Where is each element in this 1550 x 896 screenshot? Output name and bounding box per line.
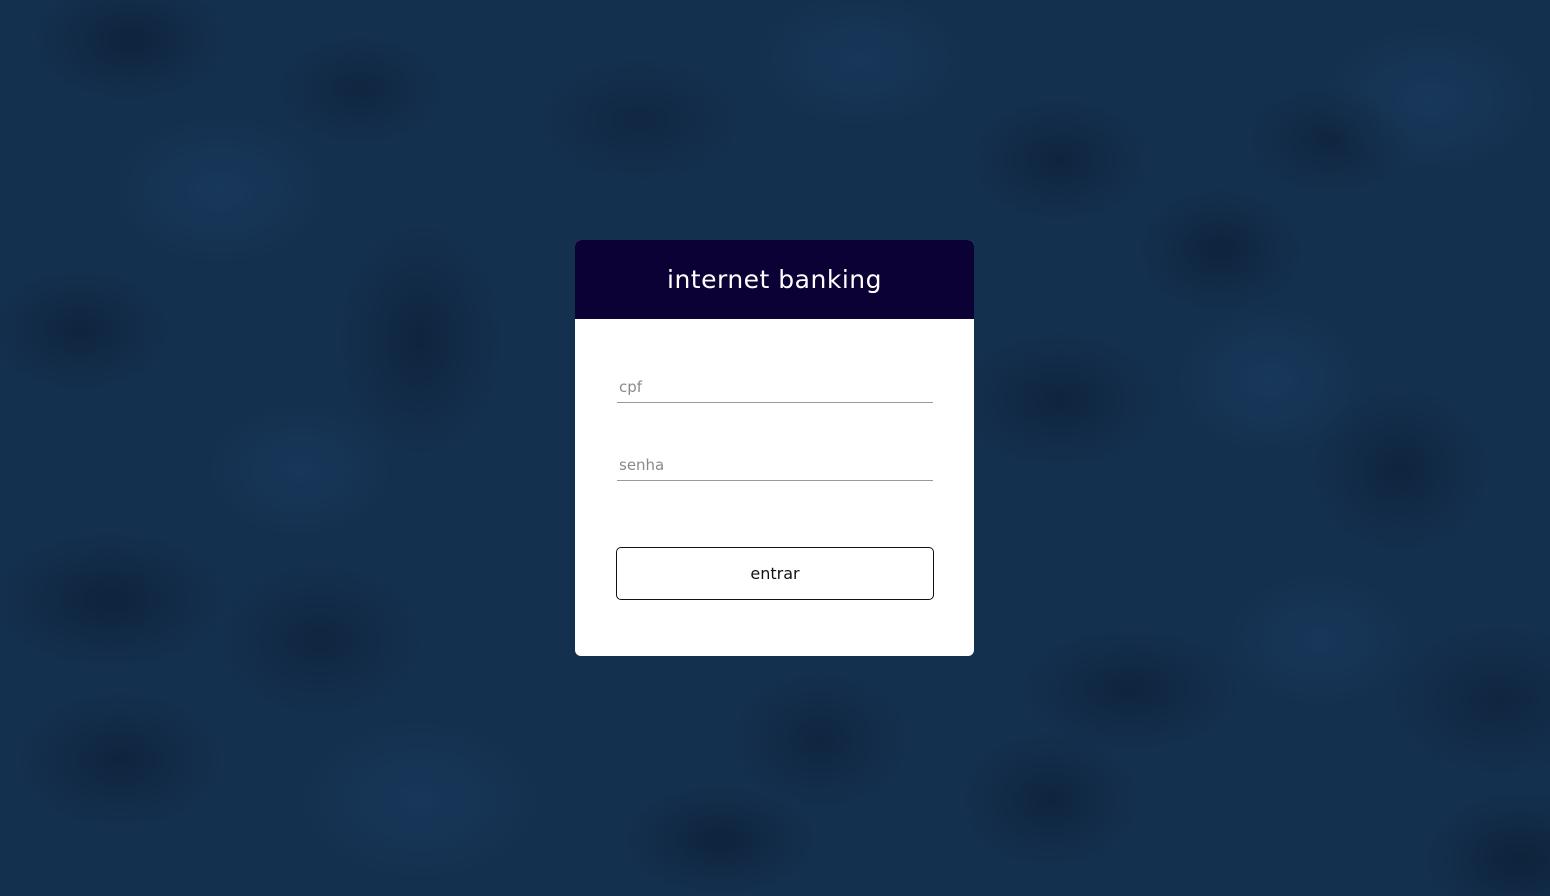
password-input[interactable] <box>617 450 933 480</box>
password-field <box>617 450 933 481</box>
login-title: internet banking <box>667 264 882 294</box>
login-header: internet banking <box>575 240 974 319</box>
cpf-field <box>617 372 933 403</box>
login-card: internet banking entrar <box>575 240 974 656</box>
login-button[interactable]: entrar <box>616 547 934 600</box>
cpf-input[interactable] <box>617 372 933 402</box>
